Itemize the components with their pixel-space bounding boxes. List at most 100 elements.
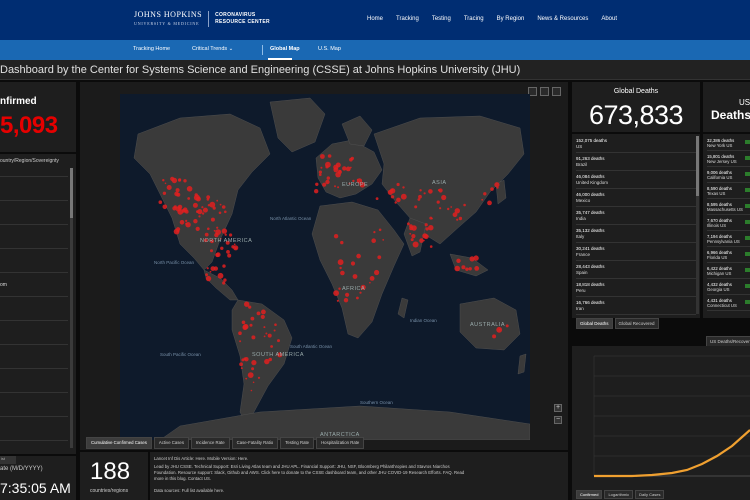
tab-global-deaths[interactable]: Global Deaths [576, 318, 613, 329]
global-deaths-item[interactable]: 35,132 deaths Italy [576, 226, 696, 243]
case-marker[interactable] [221, 205, 226, 209]
case-marker[interactable] [267, 333, 272, 338]
case-marker[interactable] [198, 215, 201, 218]
case-marker[interactable] [423, 192, 426, 195]
case-marker[interactable] [400, 193, 407, 200]
case-marker[interactable] [270, 345, 273, 348]
case-marker[interactable] [402, 186, 405, 189]
case-marker[interactable] [322, 182, 327, 187]
us-deaths-item[interactable]: 4,432 deaths Georgia US [707, 280, 750, 295]
list-scrollbar[interactable] [70, 168, 73, 448]
case-marker[interactable] [337, 170, 342, 174]
case-marker[interactable] [175, 188, 180, 193]
case-marker[interactable] [314, 189, 319, 194]
case-marker[interactable] [356, 253, 361, 259]
list-row[interactable] [0, 176, 68, 177]
case-marker[interactable] [251, 335, 256, 340]
us-deaths-item[interactable]: 15,801 deaths New Jersey US [707, 152, 750, 167]
zoom-out-button[interactable]: − [554, 416, 562, 424]
world-map[interactable]: NORTH AMERICA EUROPE ASIA AFRICA SOUTH A… [120, 94, 530, 440]
case-marker[interactable] [204, 232, 209, 237]
case-marker[interactable] [458, 216, 463, 221]
case-marker[interactable] [483, 192, 487, 196]
case-marker[interactable] [390, 195, 395, 199]
case-marker[interactable] [170, 176, 175, 181]
us-deaths-item[interactable]: 7,194 deaths Pennsylvania US [707, 232, 750, 247]
nav-testing[interactable]: Testing [432, 16, 451, 22]
case-marker[interactable] [227, 253, 232, 258]
case-marker[interactable] [333, 234, 339, 239]
case-marker[interactable] [222, 264, 226, 268]
case-marker[interactable] [277, 339, 280, 343]
tab-confirmed[interactable]: Confirmed [576, 490, 603, 499]
us-deaths-item[interactable]: 9,006 deaths California US [707, 168, 750, 183]
case-marker[interactable] [195, 196, 201, 202]
case-marker[interactable] [175, 206, 181, 212]
case-marker[interactable] [378, 228, 382, 232]
subnav-us-map[interactable]: U.S. Map [318, 46, 341, 52]
case-marker[interactable] [352, 274, 358, 279]
case-marker[interactable] [396, 197, 401, 203]
case-marker[interactable] [210, 249, 213, 253]
case-marker[interactable] [441, 194, 447, 201]
case-marker[interactable] [251, 367, 255, 371]
tab-incidence-rate[interactable]: Incidence Rate [190, 437, 230, 449]
case-marker[interactable] [224, 233, 227, 236]
case-marker[interactable] [186, 186, 193, 192]
case-marker[interactable] [221, 228, 228, 234]
case-marker[interactable] [374, 269, 380, 276]
case-marker[interactable] [213, 266, 218, 271]
case-marker[interactable] [369, 281, 371, 284]
case-marker[interactable] [261, 309, 266, 315]
global-deaths-item[interactable]: 16,766 deaths Iran [576, 298, 696, 315]
case-marker[interactable] [264, 358, 270, 365]
case-marker[interactable] [349, 166, 352, 169]
case-marker[interactable] [320, 154, 325, 159]
case-marker[interactable] [454, 208, 460, 214]
case-marker[interactable] [162, 179, 165, 182]
case-marker[interactable] [315, 182, 319, 186]
subnav-critical-trends[interactable]: Critical Trends ⌄ [192, 46, 233, 52]
tab-cumulative-confirmed[interactable]: Cumulative Confirmed Cases [86, 437, 152, 449]
case-marker[interactable] [338, 287, 341, 290]
case-marker[interactable] [494, 182, 500, 188]
us-deaths-item[interactable]: 7,670 deaths Illinois US [707, 216, 750, 231]
case-marker[interactable] [218, 211, 222, 215]
case-marker[interactable] [350, 156, 354, 161]
case-marker[interactable] [239, 340, 242, 343]
global-deaths-item[interactable]: 18,818 deaths Peru [576, 280, 696, 297]
case-marker[interactable] [247, 372, 254, 378]
case-marker[interactable] [326, 176, 330, 180]
case-marker[interactable] [240, 367, 243, 370]
nav-home[interactable]: Home [367, 16, 383, 22]
case-marker[interactable] [498, 328, 501, 331]
case-marker[interactable] [396, 182, 400, 187]
case-marker[interactable] [226, 250, 230, 254]
confirmed-by-country-list[interactable]: ountry/Region/Sovereignty om [0, 154, 76, 454]
case-marker[interactable] [337, 186, 340, 189]
case-marker[interactable] [182, 207, 188, 212]
tab-logarithmic[interactable]: Logarithmic [604, 490, 634, 499]
list-row[interactable] [0, 200, 68, 201]
case-marker[interactable] [239, 362, 243, 367]
case-marker[interactable] [343, 298, 349, 303]
case-marker[interactable] [428, 225, 434, 231]
case-marker[interactable] [414, 205, 418, 209]
case-marker[interactable] [209, 270, 212, 273]
case-marker[interactable] [158, 200, 163, 204]
list-row[interactable] [0, 392, 68, 393]
case-marker[interactable] [206, 267, 209, 270]
case-marker[interactable] [334, 185, 336, 188]
case-marker[interactable] [251, 360, 257, 366]
us-deaths-list[interactable]: 32,386 deaths New York US 15,801 deaths New… [703, 134, 750, 318]
case-marker[interactable] [192, 202, 198, 208]
us-deaths-item[interactable]: 4,431 deaths Connecticut US [707, 296, 750, 311]
list-row[interactable] [0, 224, 68, 225]
case-marker[interactable] [241, 358, 245, 362]
case-marker[interactable] [183, 179, 187, 183]
case-marker[interactable] [454, 265, 461, 272]
global-deaths-item[interactable]: 46,084 deaths United Kingdom [576, 172, 696, 189]
case-marker[interactable] [327, 154, 332, 158]
case-marker[interactable] [219, 203, 222, 206]
case-marker[interactable] [201, 212, 205, 215]
